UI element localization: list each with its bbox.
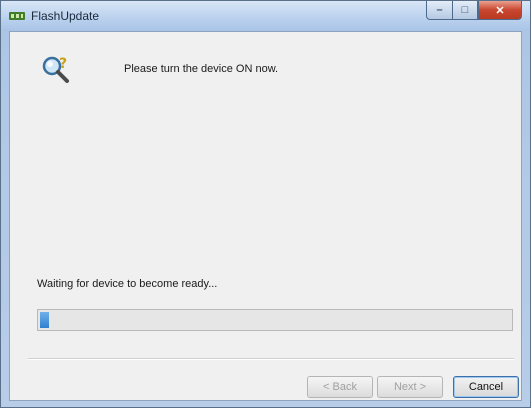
next-button[interactable]: Next >	[377, 376, 443, 398]
close-button[interactable]: ✕	[478, 1, 522, 20]
cancel-button[interactable]: Cancel	[453, 376, 519, 398]
title-bar[interactable]: FlashUpdate – □ ✕	[1, 1, 530, 31]
window-controls: – □ ✕	[426, 1, 522, 21]
flashupdate-window: FlashUpdate – □ ✕ ? Please turn the devi…	[0, 0, 531, 408]
back-button[interactable]: < Back	[307, 376, 373, 398]
maximize-button[interactable]: □	[452, 1, 478, 20]
progress-bar	[37, 309, 513, 331]
minimize-button[interactable]: –	[426, 1, 452, 20]
device-search-icon: ?	[42, 56, 69, 83]
prompt-text: Please turn the device ON now.	[124, 63, 279, 75]
divider-highlight	[28, 359, 514, 360]
wizard-content: ? Please turn the device ON now. Waiting…	[9, 31, 522, 401]
flash-update-app-icon	[9, 12, 25, 20]
window-title: FlashUpdate	[31, 9, 100, 23]
svg-text:?: ?	[59, 56, 67, 72]
progress-bar-fill	[40, 312, 49, 328]
status-text: Waiting for device to become ready...	[37, 278, 218, 290]
